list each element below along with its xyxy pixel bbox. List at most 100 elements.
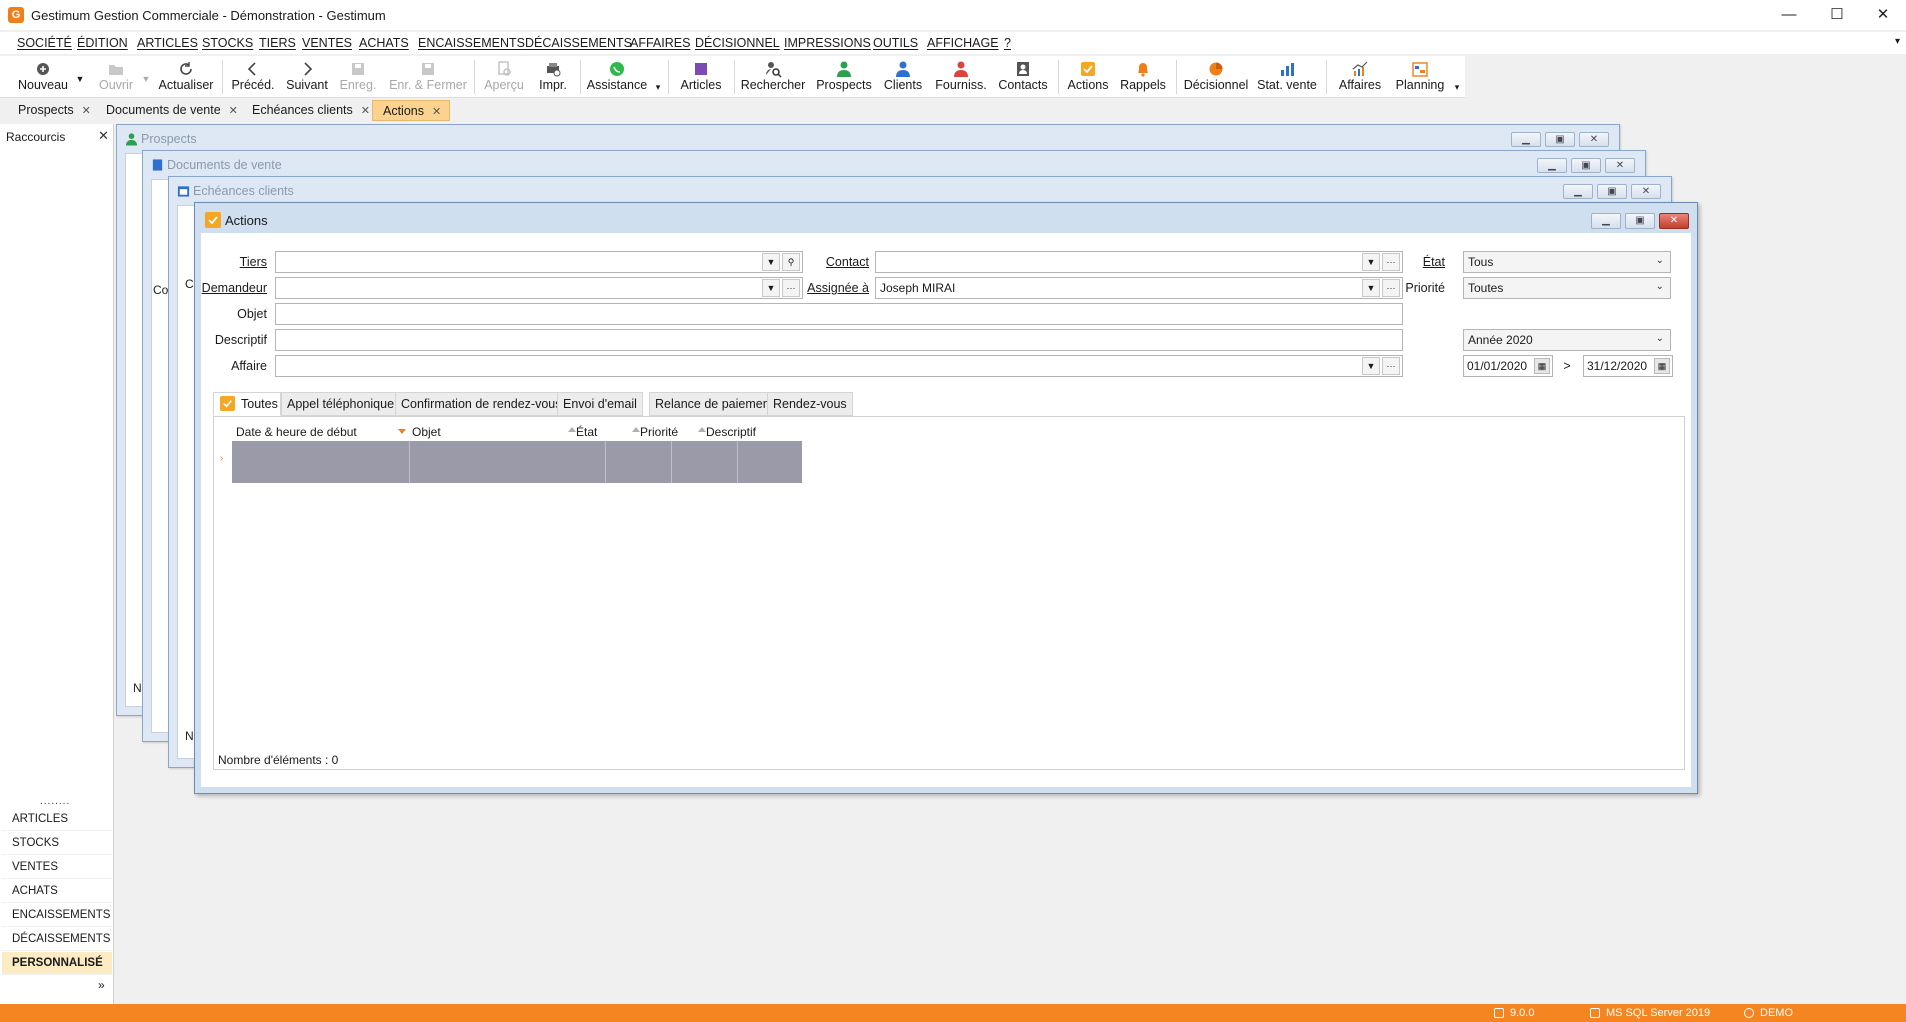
column-header-priorite[interactable]: Priorité — [640, 425, 678, 441]
tab-echeances-clients[interactable]: Echéances clients ✕ — [242, 100, 378, 121]
more-icon[interactable]: ··· — [1382, 357, 1400, 375]
menu-help[interactable]: ? — [1004, 36, 1011, 50]
toolbar-articles-button[interactable]: Articles — [674, 58, 728, 96]
maximize-button[interactable]: ▣ — [1571, 158, 1601, 173]
tiers-field[interactable]: ▼ ⚲ — [275, 251, 803, 273]
minimize-button[interactable]: ▁ — [1537, 158, 1567, 173]
minimize-button[interactable]: — — [1766, 0, 1812, 30]
column-header-descriptif[interactable]: Descriptif — [706, 425, 756, 441]
toolbar-contacts-button[interactable]: Contacts — [994, 58, 1052, 96]
toolbar-enreg-button[interactable]: Enreg. — [336, 58, 380, 96]
menu-achats[interactable]: ACHATS — [359, 36, 409, 50]
nouveau-dropdown-icon[interactable]: ▼ — [74, 58, 86, 96]
ouvrir-dropdown-icon[interactable]: ▼ — [140, 58, 152, 96]
sidebar-item-decaissements[interactable]: DÉCAISSEMENTS — [2, 928, 112, 951]
toolbar-clients-button[interactable]: Clients — [878, 58, 928, 96]
sidebar-item-personnalise[interactable]: PERSONNALISÉ — [2, 952, 112, 975]
table-cell[interactable] — [738, 441, 802, 483]
toolbar-prospects-button[interactable]: Prospects — [812, 58, 876, 96]
window-actions[interactable]: Actions ▁ ▣ ✕ Tiers ▼ ⚲ Contact ▼ ··· État… — [194, 202, 1698, 794]
toolbar-stat-vente-button[interactable]: Stat. vente — [1256, 58, 1318, 96]
close-button[interactable]: ✕ — [1631, 184, 1661, 199]
menu-impressions[interactable]: IMPRESSIONS — [784, 36, 871, 50]
menu-edition[interactable]: ÉDITION — [77, 36, 128, 50]
calendar-icon[interactable]: ▦ — [1654, 358, 1670, 374]
chevron-down-icon[interactable]: ▼ — [1362, 357, 1380, 375]
menu-overflow-icon[interactable]: ▾ — [1895, 36, 1900, 47]
tab-appel-telephonique[interactable]: Appel téléphonique — [281, 392, 401, 416]
toolbar-decisionnel-button[interactable]: Décisionnel — [1182, 58, 1250, 96]
menu-articles[interactable]: ARTICLES — [137, 36, 198, 50]
toolbar-enr-fermer-button[interactable]: Enr. & Fermer — [386, 58, 470, 96]
tab-close-icon[interactable]: ✕ — [361, 105, 370, 117]
sidebar-close-icon[interactable]: ✕ — [98, 128, 109, 144]
sidebar-item-ventes[interactable]: VENTES — [2, 856, 112, 879]
menu-outils[interactable]: OUTILS — [873, 36, 918, 50]
tab-prospects[interactable]: Prospects ✕ — [8, 100, 99, 121]
maximize-button[interactable]: ▣ — [1597, 184, 1627, 199]
toolbar-precedent-button[interactable]: Précéd. — [228, 58, 278, 96]
table-cell[interactable] — [606, 441, 672, 483]
toolbar-suivant-button[interactable]: Suivant — [282, 58, 332, 96]
contact-field[interactable]: ▼ ··· — [875, 251, 1403, 273]
column-header-objet[interactable]: Objet — [412, 425, 441, 441]
menu-societe[interactable]: SOCIÉTÉ — [17, 36, 72, 50]
chevron-down-icon[interactable]: ▼ — [762, 279, 780, 297]
chevron-down-icon[interactable]: ▼ — [762, 253, 780, 271]
table-cell[interactable] — [672, 441, 738, 483]
table-row[interactable] — [232, 441, 802, 483]
tab-rendez-vous[interactable]: Rendez-vous — [767, 392, 853, 416]
etat-select[interactable]: Tous ⌄ — [1463, 251, 1671, 273]
table-cell[interactable] — [232, 441, 410, 483]
menu-affichage[interactable]: AFFICHAGE — [927, 36, 999, 50]
column-header-etat[interactable]: État — [576, 425, 597, 441]
toolbar-affaires-button[interactable]: Affaires — [1332, 58, 1388, 96]
toolbar-ouvrir-button[interactable]: Ouvrir — [92, 58, 140, 96]
toolbar-nouveau-button[interactable]: Nouveau — [12, 58, 74, 96]
tab-actions[interactable]: Actions ✕ — [372, 100, 451, 121]
sidebar-item-achats[interactable]: ACHATS — [2, 880, 112, 903]
close-button[interactable]: ✕ — [1605, 158, 1635, 173]
menu-affaires[interactable]: AFFAIRES — [630, 36, 690, 50]
toolbar-overflow-icon[interactable]: ▾ — [1452, 58, 1462, 96]
toolbar-rechercher-button[interactable]: Rechercher — [738, 58, 808, 96]
affaire-field[interactable]: ▼ ··· — [275, 355, 1403, 377]
chevron-down-icon[interactable]: ▼ — [1362, 279, 1380, 297]
maximize-button[interactable]: ☐ — [1814, 0, 1860, 30]
tab-documents-de-vente[interactable]: Documents de vente ✕ — [96, 100, 246, 121]
toolbar-fourniss-button[interactable]: Fourniss. — [932, 58, 990, 96]
toolbar-rappels-button[interactable]: Rappels — [1116, 58, 1170, 96]
period-select[interactable]: Année 2020 ⌄ — [1463, 329, 1671, 351]
sidebar-item-stocks[interactable]: STOCKS — [2, 832, 112, 855]
tab-envoi-email[interactable]: Envoi d'email — [557, 392, 643, 416]
tab-confirmation-rendez-vous[interactable]: Confirmation de rendez-vous — [395, 392, 568, 416]
tab-relance-paiement[interactable]: Relance de paiement — [649, 392, 780, 416]
menu-tiers[interactable]: TIERS — [259, 36, 296, 50]
tab-close-icon[interactable]: ✕ — [432, 106, 441, 118]
tab-close-icon[interactable]: ✕ — [82, 105, 91, 117]
tab-close-icon[interactable]: ✕ — [229, 105, 238, 117]
menu-stocks[interactable]: STOCKS — [202, 36, 253, 50]
chevron-down-icon[interactable]: ▼ — [1362, 253, 1380, 271]
close-button[interactable]: ✕ — [1860, 0, 1906, 30]
menu-ventes[interactable]: VENTES — [302, 36, 352, 50]
toolbar-impr-button[interactable]: Impr. — [532, 58, 574, 96]
column-header-date[interactable]: Date & heure de début — [236, 425, 357, 441]
objet-field[interactable] — [275, 303, 1403, 325]
sidebar-item-encaissements[interactable]: ENCAISSEMENTS — [2, 904, 112, 927]
calendar-icon[interactable]: ▦ — [1534, 358, 1550, 374]
date-to-field[interactable]: 31/12/2020 ▦ — [1583, 355, 1673, 377]
maximize-button[interactable]: ▣ — [1545, 132, 1575, 147]
sidebar-item-articles[interactable]: ARTICLES — [2, 808, 112, 831]
sidebar-grip[interactable]: ........ — [40, 796, 70, 807]
demandeur-field[interactable]: ▼ ··· — [275, 277, 803, 299]
tab-toutes[interactable]: Toutes — [213, 392, 281, 416]
close-button[interactable]: ✕ — [1659, 213, 1689, 229]
close-button[interactable]: ✕ — [1579, 132, 1609, 147]
descriptif-field[interactable] — [275, 329, 1403, 351]
menu-decaissements[interactable]: DÉCAISSEMENTS — [525, 36, 632, 50]
toolbar-apercu-button[interactable]: Aperçu — [480, 58, 528, 96]
table-cell[interactable] — [410, 441, 606, 483]
maximize-button[interactable]: ▣ — [1625, 213, 1655, 229]
toolbar-actualiser-button[interactable]: Actualiser — [156, 58, 216, 96]
